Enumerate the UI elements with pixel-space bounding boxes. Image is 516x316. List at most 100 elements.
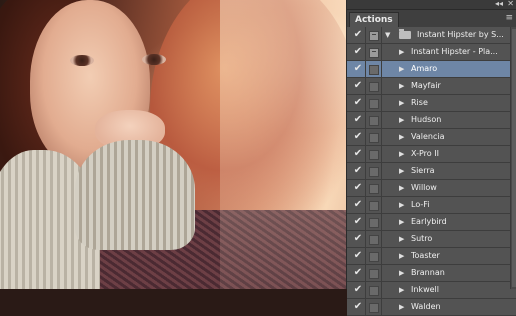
action-label: Valencia	[411, 132, 445, 141]
toggle-item-checkbox[interactable]: ✔	[351, 95, 366, 111]
toggle-dialog-icon[interactable]	[366, 163, 382, 179]
toggle-item-checkbox[interactable]: ✔	[351, 61, 366, 77]
scrollbar-thumb[interactable]	[512, 29, 516, 287]
toggle-item-checkbox[interactable]: ✔	[351, 129, 366, 145]
action-label: X-Pro II	[411, 149, 439, 158]
action-label: Hudson	[411, 115, 442, 124]
expand-triangle-icon[interactable]: ▶	[399, 265, 404, 281]
action-step-row[interactable]: ✔ ▶ Walden	[347, 299, 516, 316]
toggle-dialog-icon[interactable]	[366, 129, 382, 145]
panel-title-bar: ◂◂ ✕	[347, 0, 516, 10]
expand-triangle-icon[interactable]: ▶	[399, 197, 404, 213]
action-step-row[interactable]: ✔ ▶ Toaster	[347, 248, 516, 265]
action-step-row[interactable]: ✔ ▶ Sutro	[347, 231, 516, 248]
toggle-item-checkbox[interactable]: ✔	[351, 163, 366, 179]
close-panel-icon[interactable]: ✕	[507, 0, 514, 9]
expand-triangle-icon[interactable]: ▶	[399, 231, 404, 247]
folder-icon	[399, 29, 411, 39]
toggle-item-checkbox[interactable]: ✔	[351, 231, 366, 247]
toggle-dialog-icon[interactable]	[366, 248, 382, 264]
toggle-dialog-icon[interactable]	[366, 214, 382, 230]
action-label: Brannan	[411, 268, 445, 277]
toggle-dialog-icon[interactable]	[366, 61, 382, 77]
toggle-item-checkbox[interactable]: ✔	[351, 248, 366, 264]
action-step-row[interactable]: ✔ ▶ Brannan	[347, 265, 516, 282]
action-step-row[interactable]: ✔ ▶ Rise	[347, 95, 516, 112]
dialog-box-icon	[369, 269, 379, 279]
expand-triangle-icon[interactable]: ▶	[399, 163, 404, 179]
action-step-row[interactable]: ✔ ▶ Earlybird	[347, 214, 516, 231]
toggle-item-checkbox[interactable]: ✔	[351, 214, 366, 230]
actions-panel: ◂◂ ✕ Actions ≡ ✔ ▼ Instant Hipster by S...…	[346, 0, 516, 316]
expand-triangle-icon[interactable]: ▶	[399, 129, 404, 145]
action-step-row[interactable]: ✔ ▶ Sierra	[347, 163, 516, 180]
dialog-box-icon	[369, 235, 379, 245]
toggle-item-checkbox[interactable]: ✔	[351, 299, 366, 315]
action-step-row[interactable]: ✔ ▶ X-Pro II	[347, 146, 516, 163]
toggle-item-checkbox[interactable]: ✔	[351, 112, 366, 128]
toggle-dialog-icon[interactable]	[366, 231, 382, 247]
photo-eye-left	[70, 55, 94, 66]
action-step-row[interactable]: ✔ ▶ Willow	[347, 180, 516, 197]
toggle-dialog-icon[interactable]	[366, 180, 382, 196]
action-step-row[interactable]: ✔ ▶ Inkwell	[347, 282, 516, 299]
action-label: Mayfair	[411, 81, 441, 90]
toggle-item-checkbox[interactable]: ✔	[351, 180, 366, 196]
panel-menu-icon[interactable]: ≡	[505, 14, 513, 23]
toggle-dialog-icon[interactable]	[366, 282, 382, 298]
tab-actions[interactable]: Actions	[349, 12, 399, 28]
action-step-row[interactable]: ✔ ▶ Mayfair	[347, 78, 516, 95]
dialog-box-icon	[369, 184, 379, 194]
toggle-item-checkbox[interactable]: ✔	[351, 146, 366, 162]
dialog-box-icon	[369, 286, 379, 296]
action-label: Walden	[411, 302, 441, 311]
action-label: Amaro	[411, 64, 438, 73]
dialog-box-icon	[369, 303, 379, 313]
expand-triangle-icon[interactable]: ▶	[399, 214, 404, 230]
toggle-dialog-icon[interactable]	[366, 265, 382, 281]
toggle-dialog-icon[interactable]	[366, 95, 382, 111]
action-label: Sierra	[411, 166, 435, 175]
expand-triangle-icon[interactable]: ▶	[399, 248, 404, 264]
expand-triangle-icon[interactable]: ▶	[399, 61, 404, 77]
action-label: Willow	[411, 183, 437, 192]
toggle-dialog-icon[interactable]	[366, 78, 382, 94]
toggle-dialog-icon[interactable]	[366, 112, 382, 128]
toggle-dialog-icon[interactable]	[366, 197, 382, 213]
toggle-dialog-icon[interactable]	[366, 146, 382, 162]
action-step-row[interactable]: ✔ ▶ Valencia	[347, 129, 516, 146]
toggle-dialog-icon[interactable]	[366, 27, 382, 43]
toggle-dialog-icon[interactable]	[366, 299, 382, 315]
expand-triangle-icon[interactable]: ▶	[399, 95, 404, 111]
toggle-item-checkbox[interactable]: ✔	[351, 282, 366, 298]
toggle-item-checkbox[interactable]: ✔	[351, 78, 366, 94]
toggle-item-checkbox[interactable]: ✔	[351, 27, 366, 43]
toggle-item-checkbox[interactable]: ✔	[351, 197, 366, 213]
expand-triangle-icon[interactable]: ▶	[399, 78, 404, 94]
dialog-box-icon	[369, 133, 379, 143]
action-set-row[interactable]: ✔ ▼ Instant Hipster by S...	[347, 27, 516, 44]
toggle-dialog-icon[interactable]	[366, 44, 382, 60]
action-label: Toaster	[411, 251, 440, 260]
dialog-box-icon	[369, 201, 379, 211]
expand-triangle-icon[interactable]: ▶	[399, 299, 404, 315]
collapse-panel-icon[interactable]: ◂◂	[495, 0, 503, 9]
toggle-item-checkbox[interactable]: ✔	[351, 44, 366, 60]
expand-triangle-icon[interactable]: ▶	[399, 282, 404, 298]
expand-triangle-icon[interactable]: ▶	[399, 180, 404, 196]
action-step-row[interactable]: ✔ ▶ Lo-Fi	[347, 197, 516, 214]
expand-triangle-icon[interactable]: ▶	[399, 146, 404, 162]
expand-triangle-icon[interactable]: ▶	[399, 112, 404, 128]
toggle-item-checkbox[interactable]: ✔	[351, 265, 366, 281]
action-label: Earlybird	[411, 217, 447, 226]
action-row[interactable]: ✔ ▶ Instant Hipster - Pla...	[347, 44, 516, 61]
expand-triangle-icon[interactable]: ▶	[399, 44, 404, 60]
dialog-box-icon	[369, 150, 379, 160]
action-step-row[interactable]: ✔ ▶ Hudson	[347, 112, 516, 129]
action-step-row[interactable]: ✔ ▶ Amaro	[347, 61, 516, 78]
expand-triangle-open-icon[interactable]: ▼	[385, 27, 390, 43]
panel-tab-bar: Actions ≡	[347, 10, 516, 28]
actions-scrollbar[interactable]	[510, 27, 516, 289]
photo-eye-right	[142, 54, 166, 65]
dialog-box-icon	[369, 252, 379, 262]
